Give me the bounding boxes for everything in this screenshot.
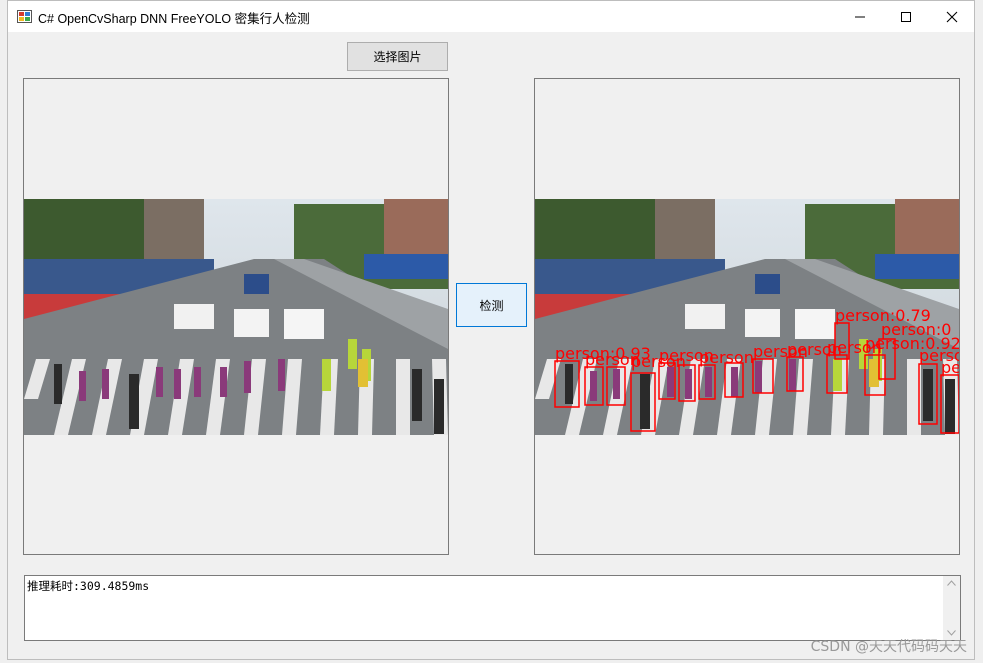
result-picture-box: person:0.93 person person person person … — [534, 78, 960, 555]
maximize-button[interactable] — [883, 1, 929, 32]
scroll-up-icon[interactable] — [947, 580, 956, 586]
title-bar: C# OpenCvSharp DNN FreeYOLO 密集行人检测 — [8, 1, 974, 32]
output-textbox[interactable]: 推理耗时:309.4859ms — [24, 575, 961, 641]
source-picture-box — [23, 78, 449, 555]
close-icon — [946, 11, 958, 22]
watermark: CSDN @天天代码码天天 — [810, 639, 967, 655]
app-window: C# OpenCvSharp DNN FreeYOLO 密集行人检测 选择图片 — [7, 0, 975, 660]
maximize-icon — [901, 11, 911, 22]
minimize-button[interactable] — [837, 1, 883, 32]
detect-button[interactable]: 检测 — [456, 283, 527, 327]
vertical-scrollbar[interactable] — [943, 576, 960, 640]
app-icon — [17, 10, 32, 23]
detection-label: pe — [941, 358, 959, 377]
detection-label: person — [699, 348, 754, 367]
inference-time-text: 推理耗时:309.4859ms — [27, 579, 150, 593]
street-crosswalk-photo-with-detections: person:0.93 person person person person … — [535, 199, 959, 435]
select-image-button[interactable]: 选择图片 — [347, 42, 448, 71]
window-title: C# OpenCvSharp DNN FreeYOLO 密集行人检测 — [38, 12, 310, 26]
close-button[interactable] — [929, 1, 975, 32]
street-crosswalk-photo — [24, 199, 448, 435]
minimize-icon — [855, 16, 865, 17]
